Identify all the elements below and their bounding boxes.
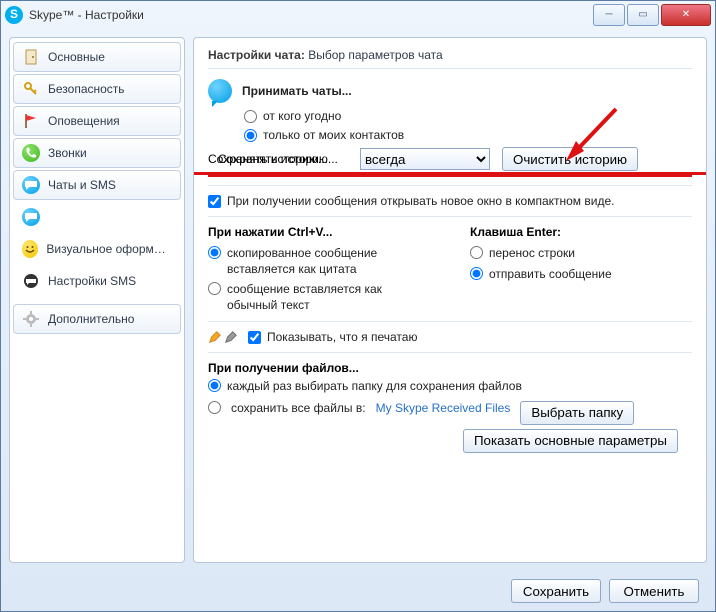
received-files-link[interactable]: My Skype Received Files xyxy=(376,401,511,415)
ctrlv-heading: При нажатии Ctrl+V... xyxy=(208,225,430,239)
sidebar-item-label: Чаты и SMS xyxy=(48,178,116,192)
sidebar: Основные Безопасность Оповещения Звонки … xyxy=(9,37,185,563)
flag-icon xyxy=(22,112,40,130)
red-underline-annotation xyxy=(208,174,692,177)
accept-chats-title: Принимать чаты... xyxy=(242,84,352,98)
sidebar-item-label: Настройки чата xyxy=(48,210,135,224)
chat-bubble-icon xyxy=(208,79,232,103)
option-label: только от моих контактов xyxy=(263,128,404,142)
option-label: сообщение вставляется как обычный текст xyxy=(227,282,430,313)
cancel-button[interactable]: Отменить xyxy=(609,579,699,603)
option-label: от кого угодно xyxy=(263,109,341,123)
show-typing-checkbox[interactable] xyxy=(248,331,261,344)
smiley-icon xyxy=(22,240,38,258)
sidebar-item-security[interactable]: Безопасность xyxy=(13,74,181,104)
save-button[interactable]: Сохранить xyxy=(511,579,601,603)
history-select[interactable]: всегда xyxy=(360,148,490,170)
accept-anyone-radio[interactable] xyxy=(244,110,257,123)
option-label: отправить сообщение xyxy=(489,267,612,283)
files-save-radio[interactable] xyxy=(208,401,221,414)
maximize-button[interactable]: ▭ xyxy=(627,4,659,26)
header-rest: Выбор параметров чата xyxy=(308,48,442,62)
sidebar-item-label: Безопасность xyxy=(48,82,125,96)
sidebar-item-label: Основные xyxy=(48,50,105,64)
key-icon xyxy=(22,80,40,98)
ctrlv-quote-radio[interactable] xyxy=(208,246,221,259)
sidebar-item-label: Оповещения xyxy=(48,114,120,128)
close-button[interactable]: ✕ xyxy=(661,4,711,26)
minimize-button[interactable]: ─ xyxy=(593,4,625,26)
pencil-icon xyxy=(208,330,238,344)
enter-column: Клавиша Enter: перенос строки отправить … xyxy=(470,225,692,313)
sidebar-item-calls[interactable]: Звонки xyxy=(13,138,181,168)
window-buttons: ─ ▭ ✕ xyxy=(591,4,711,26)
sidebar-item-label: Дополнительно xyxy=(48,312,134,326)
window-title: Skype™ - Настройки xyxy=(29,8,591,22)
option-label: сохранить все файлы в: xyxy=(231,401,366,417)
clear-history-button[interactable]: Очистить историю xyxy=(502,147,638,171)
accept-anyone-option[interactable]: от кого угодно xyxy=(244,109,692,123)
option-label: При получении сообщения открывать новое … xyxy=(227,194,614,208)
skype-logo-icon xyxy=(5,6,23,24)
sidebar-item-advanced[interactable]: Дополнительно xyxy=(13,304,181,334)
sidebar-item-label: Настройки SMS xyxy=(48,274,136,288)
option-label: Показывать, что я печатаю xyxy=(267,330,417,344)
chat-icon xyxy=(22,176,40,194)
enter-send-radio[interactable] xyxy=(470,267,483,280)
sidebar-item-appearance[interactable]: Визуальное оформлен... xyxy=(13,234,181,264)
files-heading: При получении файлов... xyxy=(208,361,692,375)
show-basic-params-button[interactable]: Показать основные параметры xyxy=(463,429,678,453)
sidebar-item-notifications[interactable]: Оповещения xyxy=(13,106,181,136)
files-save-option[interactable]: сохранить все файлы в: My Skype Received… xyxy=(208,401,692,425)
sidebar-item-chat-settings[interactable]: Настройки чата xyxy=(13,202,181,232)
enter-send-option[interactable]: отправить сообщение xyxy=(470,267,692,283)
titlebar: Skype™ - Настройки ─ ▭ ✕ xyxy=(1,1,715,29)
ctrlv-plain-option[interactable]: сообщение вставляется как обычный текст xyxy=(208,282,430,313)
compact-window-option[interactable]: При получении сообщения открывать новое … xyxy=(208,194,692,208)
ctrlv-column: При нажатии Ctrl+V... скопированное сооб… xyxy=(208,225,430,313)
chat-icon xyxy=(22,208,40,226)
ctrlv-plain-radio[interactable] xyxy=(208,282,221,295)
sms-icon xyxy=(22,272,40,290)
accept-chats-heading: Принимать чаты... xyxy=(208,79,692,103)
history-label-real: Сохранять историю... xyxy=(208,152,348,166)
choose-folder-button[interactable]: Выбрать папку xyxy=(520,401,634,425)
dialog-buttons: Сохранить Отменить xyxy=(511,579,699,603)
main-header: Настройки чата: Выбор параметров чата xyxy=(208,48,692,69)
files-ask-radio[interactable] xyxy=(208,379,221,392)
option-label: каждый раз выбирать папку для сохранения… xyxy=(227,379,522,395)
phone-icon xyxy=(22,144,40,162)
door-icon xyxy=(22,48,40,66)
option-label: скопированное сообщение вставляется как … xyxy=(227,246,430,277)
show-typing-option[interactable]: Показывать, что я печатаю xyxy=(208,330,692,344)
accept-contacts-option[interactable]: только от моих контактов xyxy=(244,128,692,142)
compact-window-checkbox[interactable] xyxy=(208,195,221,208)
main-panel: Настройки чата: Выбор параметров чата Пр… xyxy=(193,37,707,563)
files-ask-option[interactable]: каждый раз выбирать папку для сохранения… xyxy=(208,379,692,395)
sidebar-item-label: Визуальное оформлен... xyxy=(46,242,172,256)
sidebar-item-sms-settings[interactable]: Настройки SMS xyxy=(13,266,181,296)
sidebar-item-general[interactable]: Основные xyxy=(13,42,181,72)
header-bold: Настройки чата: xyxy=(208,48,305,62)
sidebar-item-chat-sms[interactable]: Чаты и SMS xyxy=(13,170,181,200)
accept-chats-options: от кого угодно только от моих контактов xyxy=(208,109,692,142)
option-label: перенос строки xyxy=(489,246,575,262)
app-window: Skype™ - Настройки ─ ▭ ✕ Основные Безопа… xyxy=(0,0,716,612)
enter-newline-option[interactable]: перенос строки xyxy=(470,246,692,262)
body: Основные Безопасность Оповещения Звонки … xyxy=(1,29,715,571)
enter-newline-radio[interactable] xyxy=(470,246,483,259)
gear-icon xyxy=(22,310,40,328)
accept-contacts-radio[interactable] xyxy=(244,129,257,142)
enter-heading: Клавиша Enter: xyxy=(470,225,692,239)
sidebar-item-label: Звонки xyxy=(48,146,87,160)
ctrlv-quote-option[interactable]: скопированное сообщение вставляется как … xyxy=(208,246,430,277)
